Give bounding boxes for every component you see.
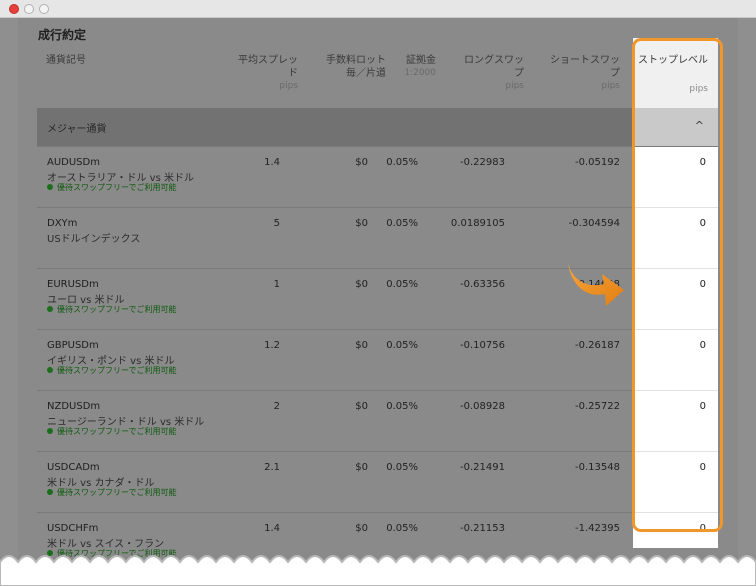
cell-spread: 1.4 <box>264 523 280 534</box>
cell-long: -0.08928 <box>460 401 505 412</box>
cell-spread: 2.1 <box>264 462 280 473</box>
window-titlebar <box>0 0 756 18</box>
swap-free-label: 優待スワップフリーでご利用可能 <box>57 366 177 375</box>
cell-margin: 0.05% <box>386 340 418 351</box>
cell-spread: 1.2 <box>264 340 280 351</box>
symbol-name: DXYm <box>47 218 78 229</box>
highlight-frame <box>632 38 723 532</box>
symbol-name: USDCHFm <box>47 523 99 534</box>
symbol-name: AUDUSDm <box>47 157 100 168</box>
status-dot-icon <box>47 184 53 190</box>
table-row[interactable]: GBPUSDm イギリス・ポンド vs 米ドル 優待スワップフリーでご利用可能 1.2… <box>37 329 718 390</box>
cell-margin: 0.05% <box>386 462 418 473</box>
section-title: 成行約定 <box>38 28 87 42</box>
minimize-window-button[interactable] <box>24 4 34 14</box>
col-header-swap-long: ロングスワップ pips <box>458 54 524 93</box>
cell-short: -0.25722 <box>575 401 620 412</box>
swap-free-label: 優待スワップフリーでご利用可能 <box>57 305 177 314</box>
maximize-window-button[interactable] <box>39 4 49 14</box>
cell-long: -0.10756 <box>460 340 505 351</box>
swap-free-badge: 優待スワップフリーでご利用可能 <box>47 365 177 376</box>
table-row[interactable]: USDCADm 米ドル vs カナダ・ドル 優待スワップフリーでご利用可能 2.1 $0… <box>37 451 718 512</box>
swap-free-badge: 優待スワップフリーでご利用可能 <box>47 487 177 498</box>
cell-commission: $0 <box>355 157 368 168</box>
browser-window: 成行約定 通貨記号 平均スプレッド pips 手数料ロット毎／片道 証拠金 1:… <box>0 0 756 586</box>
cell-spread: 1 <box>273 279 280 290</box>
cell-long: -0.22983 <box>460 157 505 168</box>
pointer-arrow-icon <box>568 264 624 306</box>
col-header-margin-leverage: 1:2000 <box>404 68 436 78</box>
cell-margin: 0.05% <box>386 523 418 534</box>
col-header-spread-label: 平均スプレッド <box>238 55 298 79</box>
close-window-button[interactable] <box>9 4 19 14</box>
table-row[interactable]: NZDUSDm ニュージーランド・ドル vs 米ドル 優待スワップフリーでご利用可能… <box>37 390 718 451</box>
symbol-name: GBPUSDm <box>47 340 99 351</box>
col-header-swap-long-label: ロングスワップ <box>464 55 524 79</box>
cell-spread: 5 <box>273 218 280 229</box>
col-header-symbol: 通貨記号 <box>46 55 86 66</box>
cell-commission: $0 <box>355 462 368 473</box>
col-header-commission: 手数料ロット毎／片道 <box>326 55 386 79</box>
swap-free-label: 優待スワップフリーでご利用可能 <box>57 183 177 192</box>
cell-long: 0.0189105 <box>450 218 505 229</box>
col-header-margin: 証拠金 1:2000 <box>396 54 436 80</box>
col-header-swap-short: ショートスワップ pips <box>544 54 620 93</box>
symbol-name: USDCADm <box>47 462 100 473</box>
cell-margin: 0.05% <box>386 401 418 412</box>
cell-spread: 2 <box>273 401 280 412</box>
col-header-margin-label: 証拠金 <box>406 55 436 66</box>
status-dot-icon <box>47 367 53 373</box>
cell-short: -0.13548 <box>575 462 620 473</box>
instrument-table-panel: 成行約定 通貨記号 平均スプレッド pips 手数料ロット毎／片道 証拠金 1:… <box>18 18 738 586</box>
cell-commission: $0 <box>355 279 368 290</box>
group-label: メジャー通貨 <box>47 124 107 135</box>
cell-short: -0.304594 <box>568 218 620 229</box>
cell-margin: 0.05% <box>386 157 418 168</box>
cell-commission: $0 <box>355 401 368 412</box>
cell-short: -0.26187 <box>575 340 620 351</box>
cell-short: -1.42395 <box>575 523 620 534</box>
col-header-swap-long-unit: pips <box>505 81 524 91</box>
col-header-swap-short-unit: pips <box>601 81 620 91</box>
cell-commission: $0 <box>355 340 368 351</box>
cell-commission: $0 <box>355 523 368 534</box>
swap-free-badge: 優待スワップフリーでご利用可能 <box>47 182 177 193</box>
status-dot-icon <box>47 489 53 495</box>
symbol-name: EURUSDm <box>47 279 99 290</box>
status-dot-icon <box>47 306 53 312</box>
table-row[interactable]: DXYm USドルインデックス 5 $0 0.05% 0.0189105 -0.304594… <box>37 207 718 268</box>
status-dot-icon <box>47 428 53 434</box>
cell-commission: $0 <box>355 218 368 229</box>
cell-spread: 1.4 <box>264 157 280 168</box>
cell-short: -0.05192 <box>575 157 620 168</box>
cell-long: -0.21491 <box>460 462 505 473</box>
cell-margin: 0.05% <box>386 279 418 290</box>
swap-free-badge: 優待スワップフリーでご利用可能 <box>47 426 177 437</box>
col-header-swap-short-label: ショートスワップ <box>550 55 620 79</box>
swap-free-label: 優待スワップフリーでご利用可能 <box>57 427 177 436</box>
cell-long: -0.63356 <box>460 279 505 290</box>
group-row-major[interactable]: メジャー通貨 <box>37 108 718 146</box>
swap-free-label: 優待スワップフリーでご利用可能 <box>57 488 177 497</box>
swap-free-badge: 優待スワップフリーでご利用可能 <box>47 304 177 315</box>
col-header-spread-unit: pips <box>279 81 298 91</box>
torn-edge <box>0 555 756 586</box>
cell-margin: 0.05% <box>386 218 418 229</box>
symbol-description: USドルインデックス <box>47 234 141 245</box>
symbol-name: NZDUSDm <box>47 401 101 412</box>
table-row[interactable]: AUDUSDm オーストラリア・ドル vs 米ドル 優待スワップフリーでご利用可能 1… <box>37 146 718 207</box>
col-header-spread: 平均スプレッド pips <box>232 54 298 93</box>
cell-long: -0.21153 <box>460 523 505 534</box>
